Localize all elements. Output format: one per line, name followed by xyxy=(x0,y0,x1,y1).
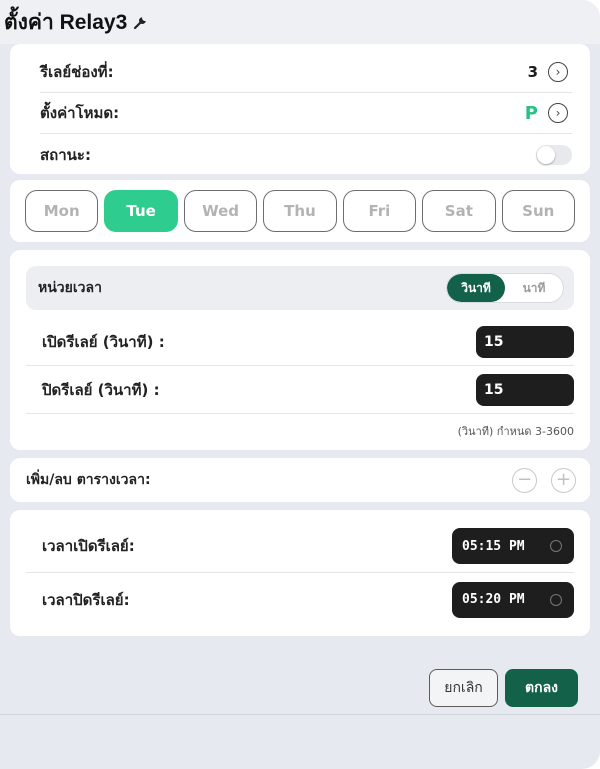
dialog-header: ตั้งค่า Relay3 xyxy=(0,0,600,44)
day-thu-button[interactable]: Thu xyxy=(263,190,337,232)
day-fri-button[interactable]: Fri xyxy=(342,190,417,232)
on-time-input[interactable]: 05:15 PM xyxy=(452,528,574,564)
status-toggle[interactable] xyxy=(536,144,572,165)
schedule-times-card: เวลาเปิดรีเลย์: 05:15 PM เวลาปิดรีเลย์: … xyxy=(10,510,590,636)
on-delay-row: เปิดรีเลย์ (วินาที) : 15 xyxy=(26,318,574,366)
on-time-row: เวลาเปิดรีเลย์: 05:15 PM xyxy=(26,520,574,573)
off-delay-row: ปิดรีเลย์ (วินาที) : 15 xyxy=(26,366,574,414)
clock-icon xyxy=(550,540,562,552)
off-time-input[interactable]: 05:20 PM xyxy=(452,581,574,618)
dialog-title: ตั้งค่า Relay3 xyxy=(4,10,128,34)
day-tue-button[interactable]: Tue xyxy=(104,190,178,232)
on-delay-label: เปิดรีเลย์ (วินาที) : xyxy=(42,332,165,351)
day-mon-button[interactable]: Mon xyxy=(25,190,99,232)
delay-settings-card: หน่วยเวลา วินาที นาที เปิดรีเลย์ (วินาที… xyxy=(10,250,590,450)
schedule-label: เพิ่ม/ลบ ตารางเวลา: xyxy=(26,472,151,488)
remove-schedule-button[interactable]: − xyxy=(512,467,537,493)
off-time-value: 05:20 PM xyxy=(462,592,525,607)
status-label: สถานะ: xyxy=(40,145,91,164)
channel-row: รีเลย์ช่องที่: 3 › xyxy=(40,52,572,93)
mode-value: P xyxy=(524,102,538,124)
delay-range-hint: (วินาที) กำหนด 3-3600 xyxy=(457,425,574,438)
relay-settings-dialog: ตั้งค่า Relay3 รีเลย์ช่องที่: 3 › ตั้งค่… xyxy=(0,0,600,769)
off-time-label: เวลาปิดรีเลย์: xyxy=(42,590,130,609)
schedule-edit-card: เพิ่ม/ลบ ตารางเวลา: − + xyxy=(10,458,590,502)
day-wed-button[interactable]: Wed xyxy=(183,190,258,232)
unit-seconds-option[interactable]: วินาที xyxy=(447,274,505,302)
channel-chevron-icon[interactable]: › xyxy=(548,62,568,82)
clock-icon xyxy=(550,593,562,606)
day-sun-button[interactable]: Sun xyxy=(501,190,575,232)
unit-minutes-option[interactable]: นาที xyxy=(505,274,563,302)
mode-chevron-icon[interactable]: › xyxy=(548,103,568,123)
time-unit-bar: หน่วยเวลา วินาที นาที xyxy=(26,266,574,310)
footer-divider xyxy=(0,714,600,715)
day-selector: Mon Tue Wed Thu Fri Sat Sun xyxy=(10,180,590,242)
channel-label: รีเลย์ช่องที่: xyxy=(40,63,114,81)
toggle-knob xyxy=(537,145,555,164)
time-unit-switch: วินาที นาที xyxy=(446,273,564,303)
day-sat-button[interactable]: Sat xyxy=(422,190,496,232)
mode-label: ตั้งค่าโหมด: xyxy=(40,104,120,122)
mode-row: ตั้งค่าโหมด: P › xyxy=(40,93,572,134)
off-time-row: เวลาปิดรีเลย์: 05:20 PM xyxy=(26,573,574,626)
off-delay-label: ปิดรีเลย์ (วินาที) : xyxy=(42,380,160,399)
cancel-button[interactable]: ยกเลิก xyxy=(429,669,498,707)
ok-button[interactable]: ตกลง xyxy=(505,669,578,707)
on-delay-input[interactable]: 15 xyxy=(476,325,574,358)
on-time-value: 05:15 PM xyxy=(462,538,525,554)
add-schedule-button[interactable]: + xyxy=(551,467,576,493)
time-unit-label: หน่วยเวลา xyxy=(38,280,102,296)
status-row: สถานะ: xyxy=(40,134,572,175)
relay-info-card: รีเลย์ช่องที่: 3 › ตั้งค่าโหมด: P › สถาน… xyxy=(10,44,590,174)
wrench-icon xyxy=(133,14,149,30)
channel-value: 3 xyxy=(527,63,538,81)
off-delay-input[interactable]: 15 xyxy=(476,373,574,406)
on-time-label: เวลาเปิดรีเลย์: xyxy=(42,537,135,555)
